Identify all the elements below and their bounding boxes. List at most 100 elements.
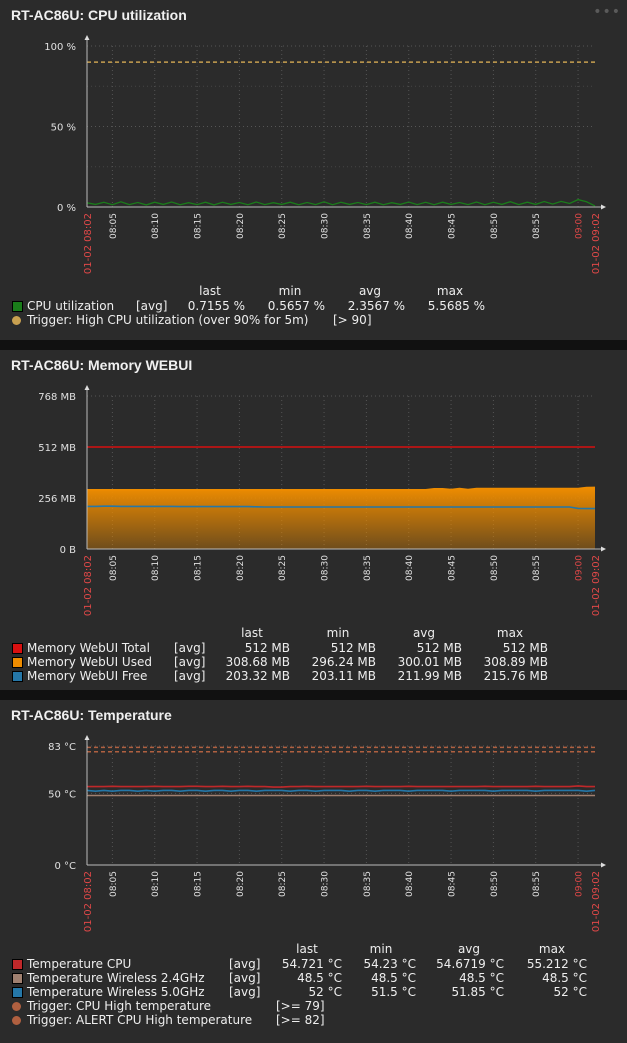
legend-header-max: max xyxy=(436,284,464,298)
x-tick-label: 08:35 xyxy=(363,213,373,239)
legend-value-last: 308.68 MB xyxy=(225,655,290,669)
x-end-label: 01-02 09:02 xyxy=(591,555,602,616)
trigger-dot xyxy=(12,1002,21,1011)
x-tick-label: 09:00 xyxy=(575,871,585,897)
legend-series-name: Memory WebUI Total xyxy=(27,641,150,655)
legend-value-min: 0.5657 % xyxy=(267,299,325,313)
legend-trigger-condition: [>= 82] xyxy=(276,1013,325,1027)
legend-swatch xyxy=(12,657,23,668)
x-axis-arrow xyxy=(601,862,606,868)
legend-value-avg: 211.99 MB xyxy=(397,669,462,683)
legend-swatch xyxy=(12,987,23,998)
series-area-1 xyxy=(87,487,595,549)
x-start-label: 01-02 08:02 xyxy=(83,213,94,274)
x-tick-label: 08:40 xyxy=(405,555,415,581)
x-tick-label: 08:40 xyxy=(405,871,415,897)
x-tick-label: 08:55 xyxy=(532,871,542,897)
legend-header-avg: avg xyxy=(358,284,382,298)
legend-value-max: 308.89 MB xyxy=(483,655,548,669)
legend-header-last: last xyxy=(199,284,221,298)
legend-series-name: Memory WebUI Used xyxy=(27,655,152,669)
legend-trigger-label: Trigger: High CPU utilization (over 90% … xyxy=(27,313,309,327)
legend-trigger-label: Trigger: ALERT CPU High temperature xyxy=(27,1013,253,1027)
x-tick-label: 08:50 xyxy=(490,555,500,581)
series-line-0 xyxy=(86,198,596,207)
x-tick-label: 08:40 xyxy=(405,213,415,239)
legend-header-max: max xyxy=(496,626,524,640)
y-tick-label: 0 °C xyxy=(54,861,76,872)
x-tick-label: 08:50 xyxy=(490,871,500,897)
legend-value-last: 52 °C xyxy=(308,985,342,999)
x-tick-label: 08:10 xyxy=(151,213,161,239)
legend-swatch xyxy=(12,643,23,654)
cpu-graph-panel: RT-AC86U: CPU utilization ••• 100 % 50 % 0… xyxy=(0,0,627,340)
y-tick-label: 83 °C xyxy=(48,742,76,753)
legend-trigger-label: Trigger: CPU High temperature xyxy=(27,999,212,1013)
legend-value-last: 512 MB xyxy=(244,641,290,655)
x-end-label: 01-02 09:02 xyxy=(591,871,602,932)
legend-value-max: 215.76 MB xyxy=(483,669,548,683)
x-tick-label: 08:45 xyxy=(448,555,458,581)
legend-header-avg: avg xyxy=(412,626,436,640)
legend-value-max: 55.212 °C xyxy=(526,957,587,971)
legend-value-avg: 2.3567 % xyxy=(347,299,405,313)
legend-series-name: CPU utilization xyxy=(27,299,115,313)
x-start-label: 01-02 08:02 xyxy=(83,555,94,616)
y-tick-label: 512 MB xyxy=(38,443,76,454)
legend-series-name: Memory WebUI Free xyxy=(27,669,148,683)
legend-func: [avg] xyxy=(229,957,261,971)
memory-webui-chart[interactable]: 768 MB 512 MB 256 MB 0 B 08:05 08:10 08:15 08:2… xyxy=(0,350,627,630)
x-tick-label: 09:00 xyxy=(575,555,585,581)
legend-series-name: Temperature Wireless 2.4GHz xyxy=(27,971,205,985)
temperature-chart[interactable]: 83 °C 50 °C 0 °C 08:05 08:10 08:15 08:20 08:25 0… xyxy=(0,700,627,945)
legend-func: [avg] xyxy=(229,985,261,999)
legend-header-avg: avg xyxy=(457,942,481,956)
legend-value-max: 52 °C xyxy=(553,985,587,999)
x-tick-label: 08:35 xyxy=(363,555,373,581)
legend-value-avg: 51.85 °C xyxy=(451,985,504,999)
x-tick-label: 08:15 xyxy=(194,871,204,897)
legend-value-last: 54.721 °C xyxy=(281,957,342,971)
x-tick-label: 08:30 xyxy=(321,555,331,581)
legend-func: [avg] xyxy=(136,299,168,313)
x-tick-label: 08:35 xyxy=(363,871,373,897)
legend-series-name: Temperature Wireless 5.0GHz xyxy=(27,985,205,999)
legend-swatch xyxy=(12,301,23,312)
x-tick-label: 08:10 xyxy=(151,555,161,581)
legend-func: [avg] xyxy=(229,971,261,985)
cpu-legend: last min avg max CPU utilization [avg] 0.7155 … xyxy=(0,284,627,340)
y-axis-arrow xyxy=(84,385,90,390)
legend-value-avg: 512 MB xyxy=(416,641,462,655)
legend-value-avg: 48.5 °C xyxy=(459,971,504,985)
legend-trigger-condition: [> 90] xyxy=(333,313,372,327)
legend-func: [avg] xyxy=(174,641,206,655)
y-tick-label: 0 % xyxy=(57,203,76,214)
y-tick-label: 100 % xyxy=(44,42,76,53)
legend-func: [avg] xyxy=(174,655,206,669)
legend-value-min: 203.11 MB xyxy=(311,669,376,683)
legend-series-name: Temperature CPU xyxy=(27,957,132,971)
x-tick-label: 08:15 xyxy=(194,555,204,581)
x-tick-label: 08:20 xyxy=(236,555,246,581)
x-tick-label: 08:30 xyxy=(321,213,331,239)
x-tick-label: 08:15 xyxy=(194,213,204,239)
x-tick-label: 08:25 xyxy=(278,555,288,581)
cpu-utilization-chart[interactable]: 100 % 50 % 0 % 08:05 08:10 08:15 08:20 08:25 08:… xyxy=(0,0,627,290)
trigger-dot xyxy=(12,1016,21,1025)
x-tick-label: 08:55 xyxy=(532,555,542,581)
legend-value-min: 54.23 °C xyxy=(363,957,416,971)
memory-graph-panel: RT-AC86U: Memory WEBUI 768 MB 512 MB 256 M… xyxy=(0,350,627,690)
legend-value-avg: 300.01 MB xyxy=(397,655,462,669)
legend-value-max: 5.5685 % xyxy=(427,299,485,313)
series-line-0 xyxy=(87,785,595,788)
legend-trigger-condition: [>= 79] xyxy=(276,999,325,1013)
legend-func: [avg] xyxy=(174,669,206,683)
legend-header-min: min xyxy=(278,284,302,298)
x-start-label: 01-02 08:02 xyxy=(83,871,94,932)
legend-header-min: min xyxy=(369,942,393,956)
legend-value-last: 203.32 MB xyxy=(225,669,290,683)
x-end-label: 01-02 09:02 xyxy=(591,213,602,274)
x-tick-label: 08:05 xyxy=(109,871,119,897)
legend-swatch xyxy=(12,973,23,984)
legend-header-min: min xyxy=(326,626,350,640)
